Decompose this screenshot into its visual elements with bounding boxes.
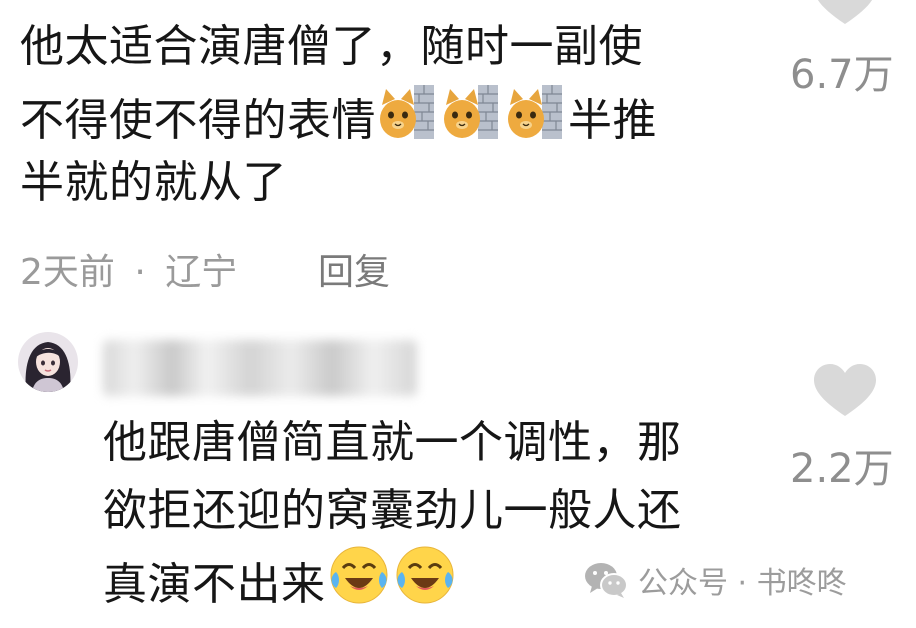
comment-2-line-3-row: 真演不出来 [103, 544, 458, 625]
comment-1-line-3: 半就的就从了 [20, 157, 287, 208]
watermark: 公众号 · 书咚咚 [584, 558, 847, 602]
comment-2: 2.2万 他跟唐僧简直就一个调性，那 欲拒还迎的窝囊劲儿一般人还 真演不出来 公… [0, 300, 916, 628]
avatar[interactable] [18, 332, 78, 392]
heart-icon[interactable] [814, 364, 876, 418]
comment-2-line-2: 欲拒还迎的窝囊劲儿一般人还 [103, 485, 682, 536]
comment-meta: 2天前 · 辽宁 [20, 243, 237, 295]
watermark-text: 公众号 · 书咚咚 [638, 566, 847, 601]
comment-1-line-1: 他太适合演唐僧了，随时一副使 [20, 21, 643, 72]
wechat-icon [585, 563, 628, 598]
girl-avatar-icon [18, 332, 78, 392]
comment-1: 他太适合演唐僧了，随时一副使 不得使不得的表情 半推 半就的就从了 6.7万 2… [0, 0, 916, 300]
heart-icon[interactable] [814, 0, 876, 26]
comment-1-line-2: 不得使不得的表情 [20, 95, 376, 146]
tears-of-joy-emoji [328, 544, 390, 625]
cat-wall-emoji [506, 81, 566, 160]
comment-location: 辽宁 [165, 252, 238, 293]
comment-1-line-2-tail: 半推 [568, 95, 657, 146]
tears-of-joy-emoji [394, 544, 456, 625]
like-count: 2.2万 [790, 446, 894, 492]
comment-2-line-1: 他跟唐僧简直就一个调性，那 [103, 417, 682, 468]
cat-wall-emoji [378, 81, 438, 160]
reply-button[interactable]: 回复 [318, 243, 390, 295]
like-count: 6.7万 [790, 52, 894, 98]
username-redacted [103, 340, 417, 396]
comment-time: 2天前 [20, 252, 115, 293]
comment-2-line-3: 真演不出来 [103, 559, 326, 610]
cat-wall-emoji [442, 81, 502, 160]
meta-separator: · [134, 252, 146, 293]
